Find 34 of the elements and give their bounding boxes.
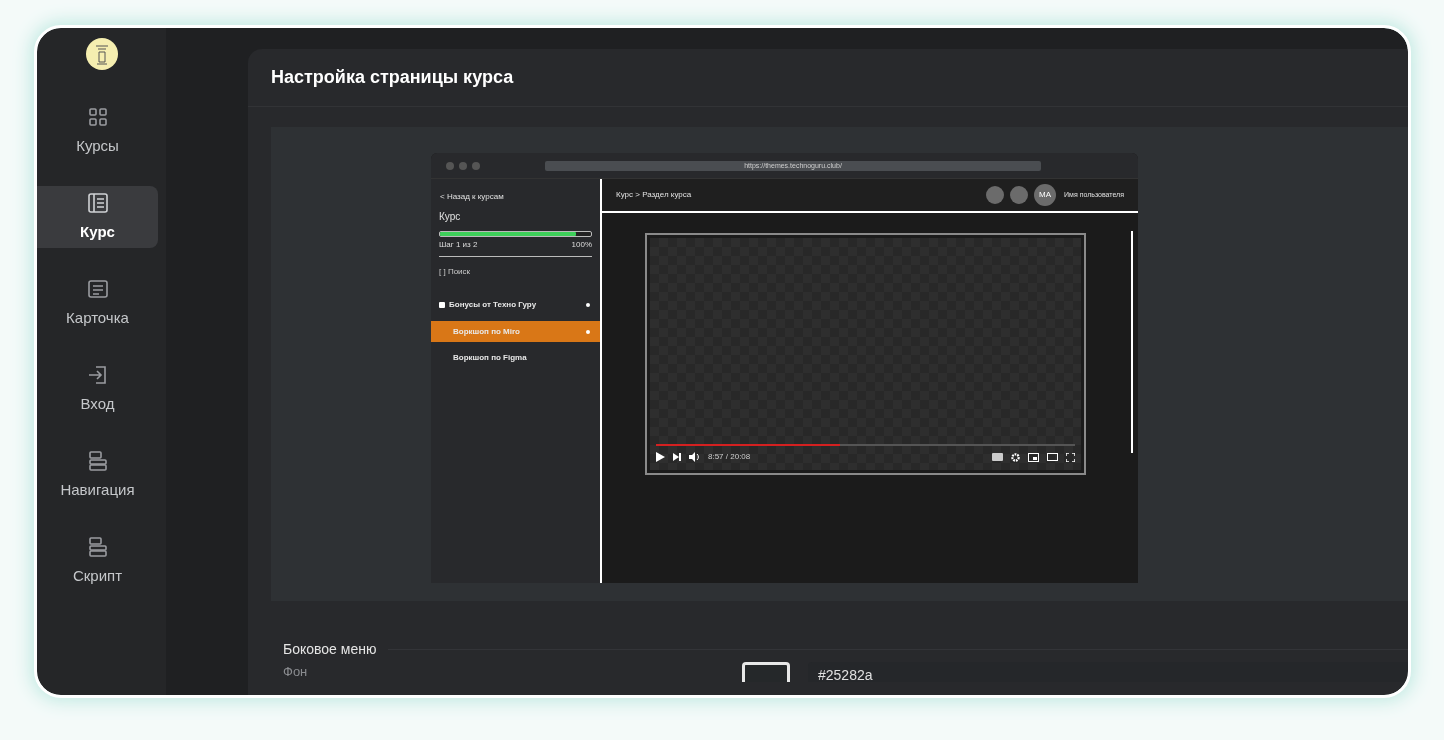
sidebar-item[interactable]: Карточка [37,272,158,334]
color-input[interactable]: #25282a [808,662,1408,682]
section-title: Боковое меню [283,640,377,659]
icon-placeholder[interactable] [1010,186,1029,204]
breadcrumb: Курс > Раздел курса [616,189,693,201]
sidebar-item[interactable]: Навигация [37,444,158,506]
sidebar-item[interactable]: Скрипт [37,530,158,592]
volume-icon[interactable] [689,452,700,462]
play-icon[interactable] [656,452,665,462]
logo-icon [85,38,118,70]
step-label: Шаг 1 из 2 [439,239,478,251]
settings-icon[interactable] [1011,452,1020,462]
sidebar-item[interactable]: Курсы [37,100,158,162]
page-title: Настройка страницы курса [271,66,514,89]
back-link[interactable]: < Назад к курсам [431,191,600,203]
course-title: Курс [438,210,462,224]
avatar[interactable]: MA [1034,184,1057,206]
theater-icon[interactable] [1047,453,1058,461]
document-icon [85,190,110,215]
sidebar-item[interactable]: Курс [37,186,158,248]
miniplayer-icon[interactable] [1028,452,1039,462]
lesson-item[interactable]: Воркшоп по Figma [431,347,600,368]
search-link[interactable]: [ ] Поиск [431,266,600,278]
video-time: 8:57 / 20:08 [708,451,752,463]
sidebar-item[interactable]: Вход [37,358,158,420]
fullscreen-icon[interactable] [1066,452,1075,462]
field-label: Фон [283,663,309,682]
scrollbar[interactable] [1131,231,1133,453]
checkbox[interactable] [439,301,445,308]
color-swatch[interactable] [742,662,790,682]
lesson-group[interactable]: Бонусы от Техно Гуру [431,294,600,315]
icon-placeholder[interactable] [986,186,1005,204]
skip-icon[interactable] [673,453,681,461]
progress-percent: 100% [571,239,592,251]
